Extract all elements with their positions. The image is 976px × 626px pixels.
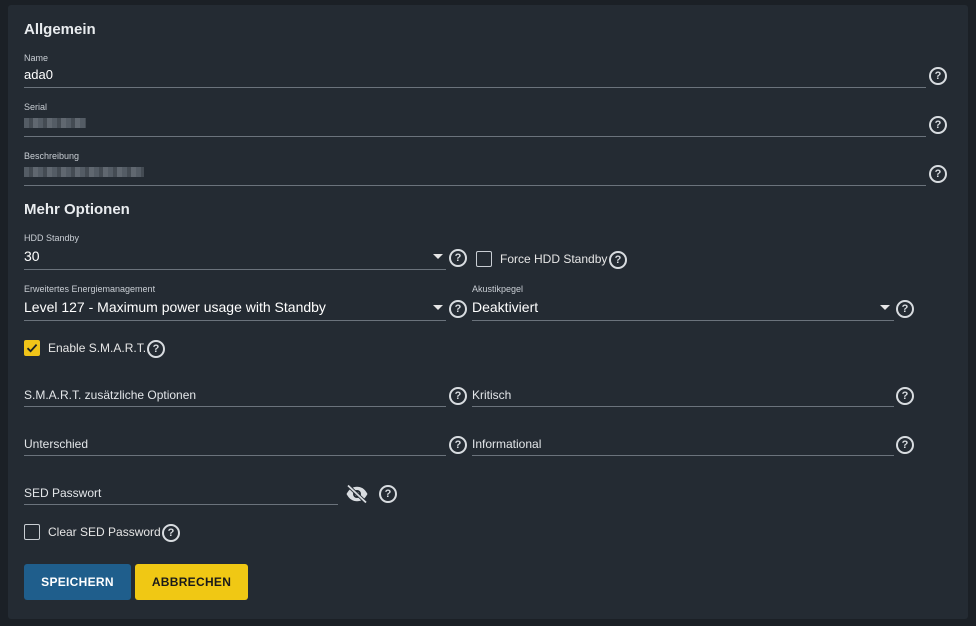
serial-label: Serial bbox=[24, 102, 48, 112]
check-icon bbox=[26, 343, 38, 353]
sed-password-input[interactable]: SED Passwort bbox=[24, 486, 101, 500]
section-title-more-options: Mehr Optionen bbox=[24, 201, 130, 218]
clear-sed-password-help-icon[interactable]: ? bbox=[162, 524, 180, 542]
hdd-standby-help-icon[interactable]: ? bbox=[449, 249, 467, 267]
sed-password-underline bbox=[24, 504, 338, 505]
difference-help-icon[interactable]: ? bbox=[449, 436, 467, 454]
critical-underline bbox=[472, 406, 894, 407]
device-edit-form: Allgemein Name ada0 ? Serial ? Beschreib… bbox=[8, 5, 968, 619]
force-hdd-standby-help-icon[interactable]: ? bbox=[609, 251, 627, 269]
smart-options-underline bbox=[24, 406, 446, 407]
apm-label: Erweitertes Energiemanagement bbox=[24, 284, 156, 294]
description-help-icon[interactable]: ? bbox=[929, 165, 947, 183]
difference-input[interactable]: Unterschied bbox=[24, 437, 88, 451]
hdd-standby-label: HDD Standby bbox=[24, 233, 80, 243]
hdd-standby-caret-down-icon[interactable] bbox=[433, 254, 443, 259]
save-button[interactable]: SPEICHERN bbox=[24, 564, 131, 600]
informational-help-icon[interactable]: ? bbox=[896, 436, 914, 454]
enable-smart-label: Enable S.M.A.R.T. bbox=[48, 341, 147, 355]
description-underline bbox=[24, 185, 926, 186]
name-underline bbox=[24, 87, 926, 88]
acoustic-select[interactable]: Deaktiviert bbox=[472, 299, 538, 315]
critical-help-icon[interactable]: ? bbox=[896, 387, 914, 405]
critical-input[interactable]: Kritisch bbox=[472, 388, 511, 402]
informational-underline bbox=[472, 455, 894, 456]
cancel-button[interactable]: ABBRECHEN bbox=[135, 564, 248, 600]
name-help-icon[interactable]: ? bbox=[929, 67, 947, 85]
informational-input[interactable]: Informational bbox=[472, 437, 541, 451]
difference-underline bbox=[24, 455, 446, 456]
enable-smart-checkbox[interactable] bbox=[24, 340, 40, 356]
name-label: Name bbox=[24, 53, 49, 63]
serial-input-redacted[interactable] bbox=[24, 118, 86, 128]
acoustic-help-icon[interactable]: ? bbox=[896, 300, 914, 318]
serial-help-icon[interactable]: ? bbox=[929, 116, 947, 134]
apm-caret-down-icon[interactable] bbox=[433, 305, 443, 310]
acoustic-label: Akustikpegel bbox=[472, 284, 524, 294]
smart-options-input[interactable]: S.M.A.R.T. zusätzliche Optionen bbox=[24, 388, 196, 402]
smart-options-help-icon[interactable]: ? bbox=[449, 387, 467, 405]
apm-select[interactable]: Level 127 - Maximum power usage with Sta… bbox=[24, 299, 326, 315]
hdd-standby-underline bbox=[24, 269, 446, 270]
acoustic-underline bbox=[472, 320, 894, 321]
apm-underline bbox=[24, 320, 446, 321]
clear-sed-password-checkbox[interactable] bbox=[24, 524, 40, 540]
apm-help-icon[interactable]: ? bbox=[449, 300, 467, 318]
clear-sed-password-label: Clear SED Password bbox=[48, 525, 161, 539]
section-title-general: Allgemein bbox=[24, 21, 96, 38]
enable-smart-help-icon[interactable]: ? bbox=[147, 340, 165, 358]
serial-underline bbox=[24, 136, 926, 137]
acoustic-caret-down-icon[interactable] bbox=[880, 305, 890, 310]
description-label: Beschreibung bbox=[24, 151, 80, 161]
sed-password-help-icon[interactable]: ? bbox=[379, 485, 397, 503]
force-hdd-standby-label: Force HDD Standby bbox=[500, 252, 608, 266]
hdd-standby-select[interactable]: 30 bbox=[24, 248, 40, 264]
eye-off-icon[interactable] bbox=[345, 484, 369, 504]
description-input-redacted[interactable] bbox=[24, 167, 144, 177]
name-input[interactable]: ada0 bbox=[24, 67, 53, 82]
force-hdd-standby-checkbox[interactable] bbox=[476, 251, 492, 267]
